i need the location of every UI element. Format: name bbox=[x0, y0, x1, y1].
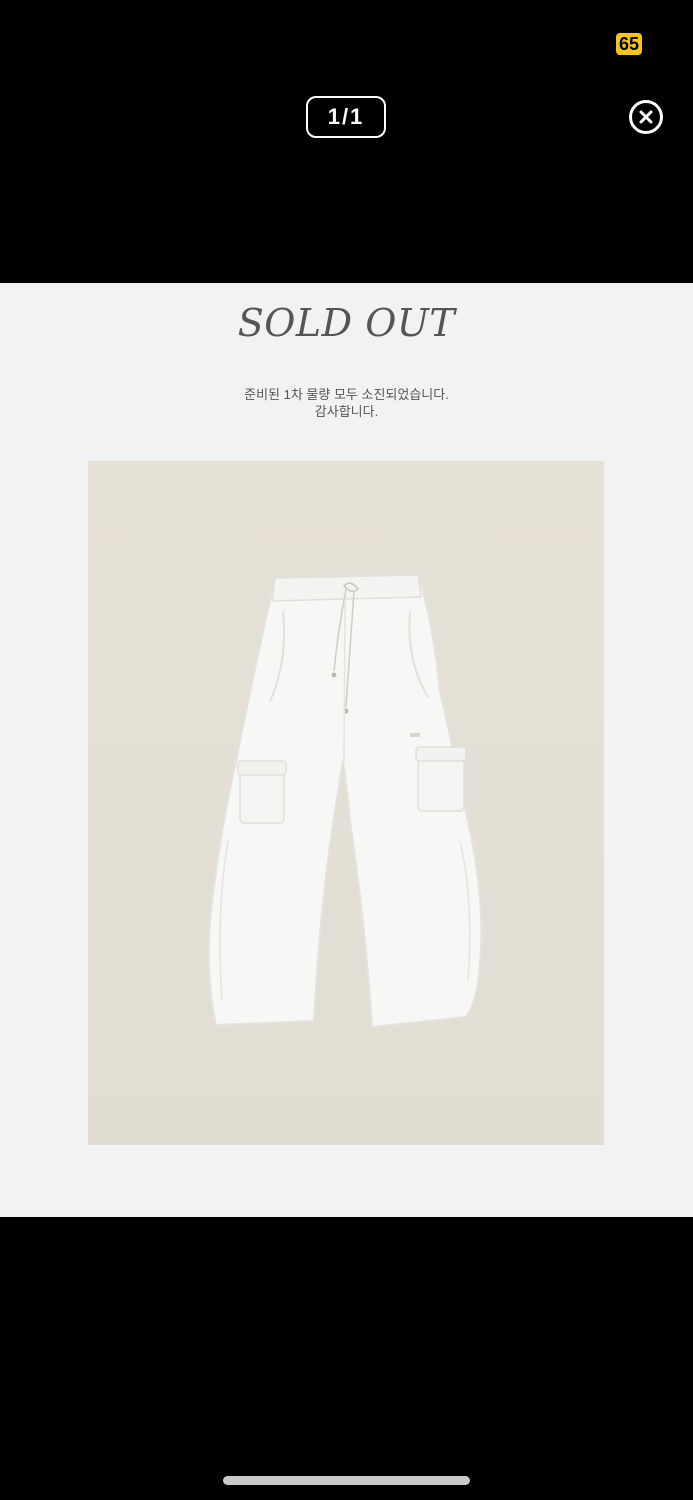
battery-indicator: 65 bbox=[616, 33, 642, 55]
sold-out-heading: SOLD OUT bbox=[237, 301, 456, 345]
close-button[interactable] bbox=[629, 100, 663, 134]
page-counter: 1/1 bbox=[306, 96, 386, 138]
image-viewer: 65 1/1 SOLD OUT 준비된 1차 물량 모두 소진되었습니다. 감사… bbox=[0, 0, 693, 1500]
notice-line: 감사합니다. bbox=[314, 404, 379, 419]
notice-line: 준비된 1차 물량 모두 소진되었습니다. bbox=[244, 387, 449, 402]
cargo-pants-illustration bbox=[207, 573, 483, 1029]
product-image-panel: SOLD OUT 준비된 1차 물량 모두 소진되었습니다. 감사합니다. bbox=[0, 283, 693, 1217]
sold-out-notice: 준비된 1차 물량 모두 소진되었습니다. 감사합니다. bbox=[0, 386, 693, 420]
home-indicator[interactable] bbox=[223, 1476, 470, 1485]
product-photo bbox=[88, 461, 604, 1145]
close-icon bbox=[639, 110, 653, 124]
battery-level: 65 bbox=[619, 34, 640, 54]
